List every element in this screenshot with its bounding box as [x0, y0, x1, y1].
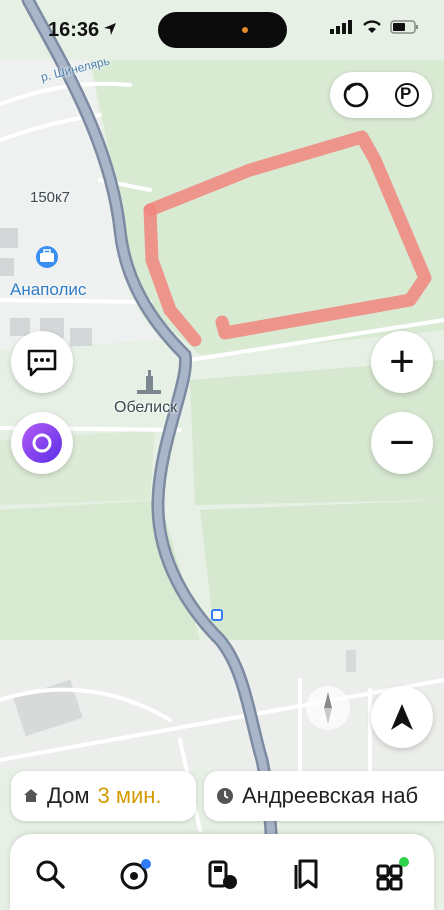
search-icon — [36, 860, 65, 889]
parking-label: P — [400, 84, 412, 103]
status-bar: 16:36 — [0, 0, 444, 60]
zoom-in-button[interactable]: + — [371, 331, 433, 393]
briefcase-icon[interactable] — [36, 246, 58, 268]
locate-me-button[interactable] — [371, 686, 433, 748]
status-time: 16:36 — [48, 19, 100, 41]
circle-icon — [343, 82, 368, 108]
tab-services[interactable] — [370, 852, 414, 896]
tab-fuel[interactable] — [200, 852, 244, 896]
bookmark-icon — [294, 859, 318, 889]
compass-icon — [324, 692, 332, 724]
bus-stop-icon[interactable] — [211, 609, 223, 621]
wifi-icon — [363, 20, 381, 33]
tab-navigator[interactable] — [114, 852, 158, 896]
map-label-place[interactable]: Анаполис — [10, 280, 86, 300]
alice-button[interactable] — [11, 412, 73, 474]
layers-parking-pill: P — [330, 72, 432, 118]
navigation-arrow-icon — [391, 704, 413, 730]
map-label-landmark[interactable]: Обелиск — [114, 399, 177, 417]
signal-icon — [330, 20, 352, 34]
battery-icon — [390, 20, 418, 34]
clock-icon — [217, 788, 233, 804]
alice-icon — [22, 423, 62, 463]
services-icon — [376, 857, 409, 891]
chat-button[interactable] — [11, 331, 73, 393]
route-chip-recent-label: Андреевская наб — [242, 783, 419, 808]
location-arrow-icon — [104, 23, 116, 35]
layers-button[interactable] — [330, 72, 381, 118]
zoom-out-button[interactable]: − — [371, 412, 433, 474]
route-chip-home-label: Дом — [47, 783, 90, 808]
tab-bookmarks[interactable] — [286, 852, 330, 896]
bottom-tab-bar — [10, 834, 434, 910]
route-chip-home[interactable]: Дом 3 мин. — [11, 771, 196, 821]
home-icon — [24, 789, 38, 802]
chat-bubble-icon — [27, 349, 57, 377]
compass-button[interactable] — [306, 686, 350, 730]
navigator-icon — [120, 859, 151, 890]
parking-button[interactable]: P — [381, 72, 432, 118]
route-chip-recent[interactable]: Андреевская наб — [204, 771, 444, 821]
minus-icon: − — [389, 418, 415, 467]
tab-search[interactable] — [28, 852, 72, 896]
map-label-house: 150к7 — [30, 189, 70, 206]
dynamic-island — [158, 12, 287, 48]
route-chip-home-eta: 3 мин. — [97, 783, 162, 808]
fuel-icon — [208, 860, 237, 889]
plus-icon: + — [389, 337, 415, 386]
